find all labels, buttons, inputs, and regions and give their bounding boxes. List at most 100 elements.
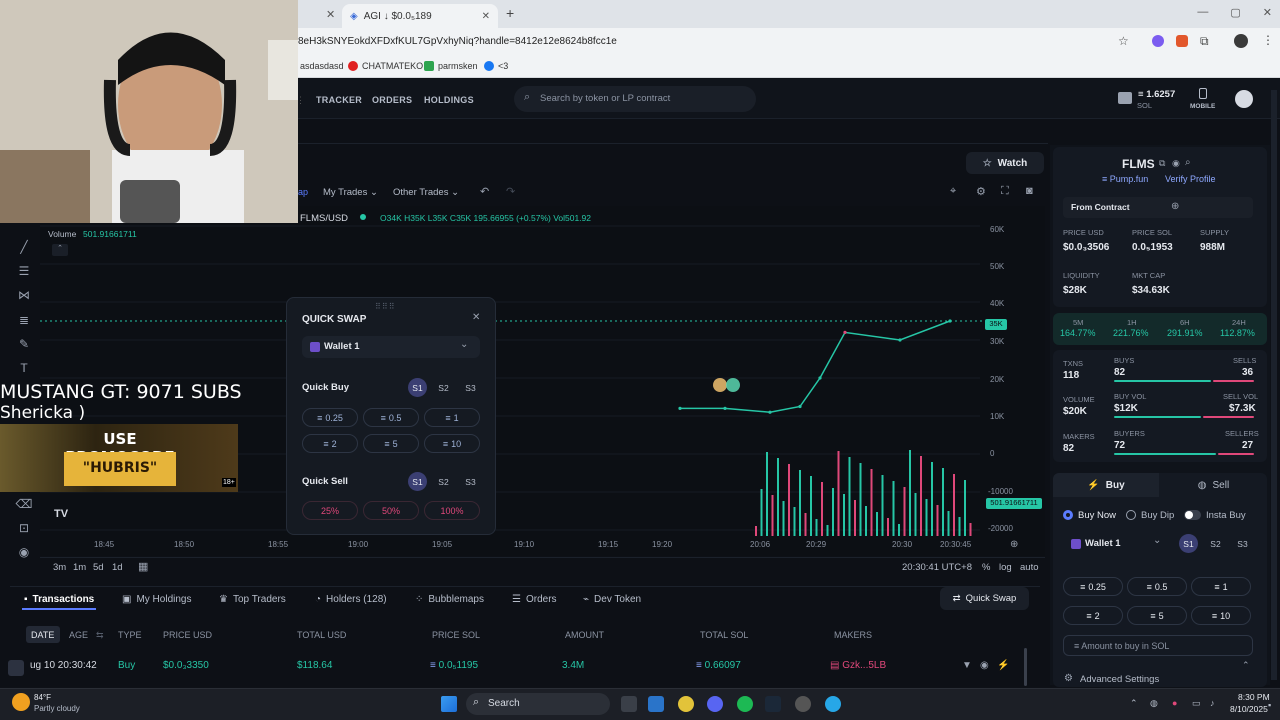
fullscreen-icon[interactable]: ⛶: [1001, 185, 1009, 198]
minimize-icon[interactable]: —: [1197, 6, 1208, 19]
tab-holders[interactable]: ◔ Holders (128): [315, 594, 387, 605]
change-label[interactable]: 24H: [1232, 318, 1246, 327]
tray-chevron-icon[interactable]: ⌃: [1130, 698, 1138, 709]
nav-tracker[interactable]: TRACKER: [316, 95, 362, 105]
buy-now-radio[interactable]: [1063, 510, 1073, 520]
chevron-up-icon[interactable]: ⌃: [1242, 660, 1250, 671]
weather-sun-icon[interactable]: [12, 693, 30, 711]
quick-swap-panel[interactable]: ⠿⠿⠿ QUICK SWAP ✕ Wallet 1 ⌄ Quick Buy S1…: [286, 297, 496, 535]
view-icon[interactable]: ◉: [980, 660, 989, 671]
log-scale-toggle[interactable]: log: [999, 562, 1012, 573]
trendline-tool-icon[interactable]: ╱: [15, 240, 33, 254]
trade-amount-button[interactable]: ≡ 0.25: [1063, 577, 1123, 596]
camera-icon[interactable]: ◙: [1026, 185, 1033, 197]
trade-amount-button[interactable]: ≡ 0.5: [1127, 577, 1187, 596]
close-icon[interactable]: ✕: [472, 312, 480, 323]
windows-start-icon[interactable]: [441, 696, 457, 712]
buy-dip-radio[interactable]: [1126, 510, 1136, 520]
weather-temp[interactable]: 84°F: [34, 693, 51, 702]
timeframe-1d[interactable]: 1d: [112, 562, 123, 573]
row-maker[interactable]: ▤ Gzk...5LB: [830, 660, 886, 671]
timeframe-5d[interactable]: 5d: [93, 562, 104, 573]
sell-100-button[interactable]: 100%: [424, 501, 480, 520]
sol-balance[interactable]: ≡ 1.6257: [1138, 89, 1175, 100]
col-amount[interactable]: AMOUNT: [565, 630, 604, 640]
taskbar-search[interactable]: ⌕ Search: [466, 693, 610, 715]
trade-amount-button[interactable]: ≡ 2: [1063, 606, 1123, 625]
timeframe-1m[interactable]: 1m: [73, 562, 86, 573]
tab-bubblemaps[interactable]: ⁘ Bubblemaps: [415, 594, 484, 605]
change-label[interactable]: 6H: [1180, 318, 1190, 327]
col-type[interactable]: TYPE: [118, 630, 142, 640]
page-scrollbar[interactable]: [1271, 90, 1277, 680]
expand-icon[interactable]: [8, 660, 24, 676]
trade-slot-s3[interactable]: S3: [1233, 534, 1252, 553]
calendar-icon[interactable]: ▦: [138, 560, 148, 573]
maximize-icon[interactable]: ▢: [1230, 6, 1240, 19]
goto-realtime-icon[interactable]: ⊕: [1010, 539, 1018, 550]
microphone-icon[interactable]: ●: [1172, 698, 1177, 708]
extension-icon[interactable]: [1152, 35, 1164, 47]
copy-icon[interactable]: ⧉: [1159, 158, 1165, 169]
trade-marker[interactable]: [726, 378, 740, 392]
puzzle-icon[interactable]: ⧉: [1200, 34, 1209, 49]
tab-my-holdings[interactable]: ▣ My Holdings: [122, 594, 191, 605]
user-avatar-icon[interactable]: [1235, 90, 1253, 108]
clock-date[interactable]: 8/10/2025: [1230, 704, 1268, 714]
discord-icon[interactable]: [707, 696, 723, 712]
auto-scale-toggle[interactable]: auto: [1020, 562, 1039, 573]
profile-avatar[interactable]: [1234, 34, 1248, 48]
buy-amount-button[interactable]: ≡ 5: [363, 434, 419, 453]
eraser-tool-icon[interactable]: ⌫: [15, 497, 33, 511]
task-view-icon[interactable]: [621, 696, 637, 712]
sell-tab[interactable]: ◍ Sell: [1160, 473, 1267, 497]
spotify-icon[interactable]: [737, 696, 753, 712]
volume-icon[interactable]: ♪: [1210, 698, 1215, 708]
advanced-settings-toggle[interactable]: Advanced Settings: [1080, 674, 1159, 685]
brush-tool-icon[interactable]: ✎: [15, 337, 33, 351]
col-total-usd[interactable]: TOTAL USD: [297, 630, 346, 640]
tab-dev-token[interactable]: ⌁ Dev Token: [583, 594, 641, 605]
tray-icon[interactable]: ◍: [1150, 698, 1158, 709]
chrome-icon[interactable]: [678, 696, 694, 712]
timeframe-3m[interactable]: 3m: [53, 562, 66, 573]
sell-50-button[interactable]: 50%: [363, 501, 419, 520]
url-text[interactable]: 8eH3kSNYEokdXFDxfKUL7GpVxhyNiq?handle=84…: [298, 36, 617, 47]
wallet-select[interactable]: Wallet 1 ⌄: [302, 336, 480, 358]
browser-tab-active[interactable]: ◈ AGI ↓ $0.0₅189 ✕: [342, 4, 498, 28]
sell-slot-s2[interactable]: S2: [434, 472, 453, 491]
lock-tool-icon[interactable]: ⊡: [15, 521, 33, 535]
quick-swap-button[interactable]: ⇄ Quick Swap: [940, 587, 1029, 610]
close-tab-icon[interactable]: ✕: [482, 11, 490, 22]
redo-icon[interactable]: ↷: [506, 185, 515, 198]
horizontal-lines-tool-icon[interactable]: ☰: [15, 264, 33, 278]
eye-tool-icon[interactable]: ◉: [15, 545, 33, 559]
buy-amount-button[interactable]: ≡ 2: [302, 434, 358, 453]
col-total-sol[interactable]: TOTAL SOL: [700, 630, 748, 640]
trade-amount-button[interactable]: ≡ 5: [1127, 606, 1187, 625]
buy-amount-button[interactable]: ≡ 10: [424, 434, 480, 453]
col-price-usd[interactable]: PRICE USD: [163, 630, 212, 640]
steam-icon[interactable]: [765, 696, 781, 712]
text-tool-icon[interactable]: T: [15, 361, 33, 375]
nav-orders[interactable]: ORDERS: [372, 95, 412, 105]
drag-handle-icon[interactable]: ⠿⠿⠿: [375, 302, 396, 311]
undo-icon[interactable]: ↶: [480, 185, 489, 198]
bookmark-star-icon[interactable]: ☆: [1118, 34, 1129, 48]
trade-wallet-select[interactable]: Wallet 1 ⌄: [1063, 533, 1169, 555]
close-tab-icon[interactable]: ✕: [326, 8, 335, 21]
notification-icon[interactable]: ▪: [1268, 700, 1271, 710]
pattern-tool-icon[interactable]: ⋈: [15, 288, 33, 302]
buy-amount-button[interactable]: ≡ 1: [424, 408, 480, 427]
sell-25-button[interactable]: 25%: [302, 501, 358, 520]
window-close-icon[interactable]: ✕: [1263, 6, 1272, 19]
buy-slot-s1[interactable]: S1: [408, 378, 427, 397]
mobile-button[interactable]: MOBILE: [1190, 103, 1215, 110]
clock-time[interactable]: 8:30 PM: [1238, 692, 1270, 702]
sell-slot-s3[interactable]: S3: [461, 472, 480, 491]
pumpfun-link[interactable]: ≡ Pump.fun: [1102, 174, 1148, 184]
buy-tab[interactable]: ⚡ Buy: [1053, 473, 1159, 497]
trade-slot-s2[interactable]: S2: [1206, 534, 1225, 553]
bookmark-item[interactable]: CHATMATEKO: [348, 61, 423, 71]
tab-transactions[interactable]: ▪ Transactions: [24, 594, 94, 605]
